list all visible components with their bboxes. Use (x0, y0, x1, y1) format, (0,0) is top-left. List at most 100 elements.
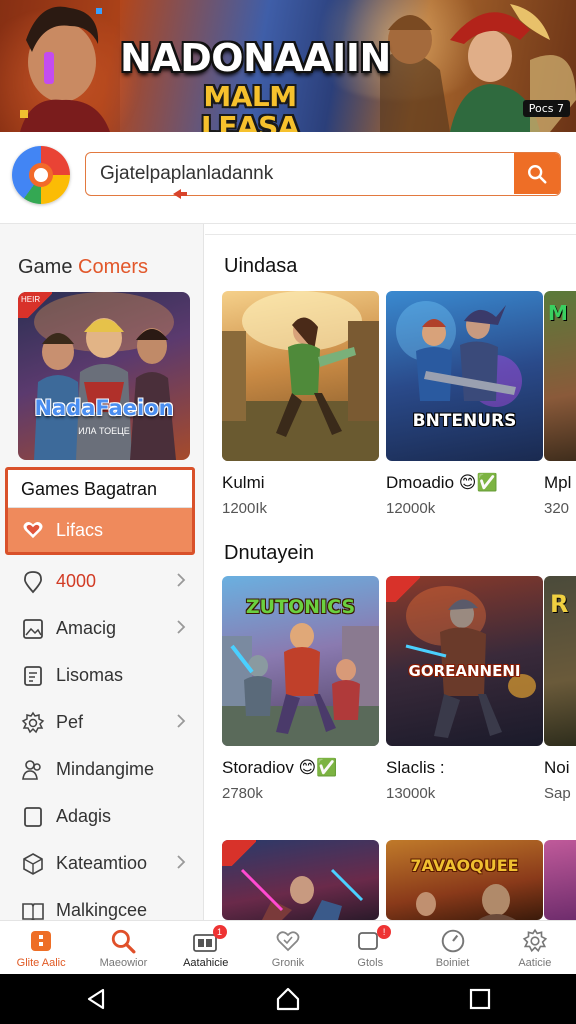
sidebar-item-mindangime[interactable]: Mindangime (0, 746, 204, 793)
search-icon (528, 164, 547, 184)
game-thumbnail[interactable]: M (544, 291, 576, 461)
game-ribbon-icon (386, 576, 420, 602)
likes-label: Lifacs (56, 519, 104, 540)
game-card[interactable]: BNTENURS Dmoadio 😊✅ 12000k (386, 291, 543, 517)
sidebar-item-amacig[interactable]: Amacig (0, 605, 204, 652)
hero-banner[interactable]: NADONAAIIN MALM LEASA Pocs 7 (0, 0, 576, 132)
tab-settings[interactable]: Aaticie (494, 921, 576, 974)
game-art-title: ZUTONICS (245, 596, 356, 618)
game-card[interactable]: R Noi Sap (544, 576, 576, 802)
game-card[interactable]: M Mpl 320 (544, 291, 576, 517)
game-art (396, 301, 522, 407)
sidebar-item-label: Mindangime (56, 759, 155, 779)
game-thumbnail[interactable]: GOREANNENI (386, 576, 543, 746)
tab-label: Maeowior (99, 957, 148, 969)
sidebar-item-label: Malkingcee (56, 900, 148, 920)
games-category-label[interactable]: Games Bagatran (8, 470, 192, 508)
sidebar-item-adagis[interactable]: Adagis (0, 793, 204, 840)
sidebar-item-label: Kateamtioo (56, 853, 148, 873)
game-name: Kulmi (222, 473, 265, 492)
hero-subtitle: MALM LEASA (201, 80, 299, 133)
game-ribbon-icon (222, 840, 256, 866)
main-content: Uindasa Kulmi 1200Ik BNTENURS Dmoadio 😊✅… (205, 224, 576, 920)
game-card[interactable]: Kulmi 1200Ik (222, 291, 379, 517)
game-art-title: GOREANNENI (408, 662, 521, 680)
search-input[interactable] (86, 153, 514, 194)
tab-library[interactable]: 1 Aatahicie (165, 921, 247, 974)
gear-icon (20, 710, 46, 736)
tab-home[interactable]: Glite Aalic (0, 921, 82, 974)
sidebar-item-label: Amacig (56, 618, 117, 638)
game-thumbnail[interactable]: BNTENURS (386, 291, 543, 461)
home-nav-icon (276, 987, 300, 1011)
heart-icon (23, 522, 43, 539)
featured-game-subtitle: ИЛА ТОЕЦЕ (78, 426, 130, 436)
sidebar-title: Game Comers (18, 256, 149, 278)
game-count: 12000k (386, 500, 436, 517)
back-button[interactable] (66, 974, 126, 1024)
gear-icon (521, 928, 549, 954)
section-title: Dnutayein (224, 542, 315, 564)
notification-badge: ! (377, 925, 392, 939)
game-thumbnail[interactable]: 7AVAOQUEE (386, 840, 543, 920)
app-logo[interactable] (12, 146, 70, 204)
game-thumbnail[interactable] (222, 291, 379, 461)
game-art-title: 7AVAOQUEE (410, 856, 519, 875)
list-icon (20, 663, 46, 689)
sidebar-item-kateamtioo[interactable]: Kateamtioo (0, 840, 204, 887)
search-icon (109, 928, 137, 954)
game-thumbnail[interactable] (544, 840, 576, 920)
game-card[interactable]: 7AVAOQUEE (386, 840, 543, 920)
tab-label: Glite Aalic (16, 957, 66, 969)
game-thumbnail[interactable] (222, 840, 379, 920)
game-name: Noi (544, 758, 570, 777)
search-button[interactable] (514, 153, 560, 194)
sidebar-item-label: Pef (56, 712, 84, 732)
hero-badge: Pocs 7 (522, 100, 570, 117)
featured-game-card[interactable]: HEIR NadaFaeion ИЛА ТОЕЦЕ (18, 292, 190, 460)
game-name: Storadiov 😊✅ (222, 758, 338, 777)
tab-explore[interactable]: Boiniet (411, 921, 493, 974)
search-bar[interactable] (85, 152, 561, 196)
game-card[interactable]: GOREANNENI Slaclis : 13000k (386, 576, 543, 802)
game-art (416, 884, 516, 920)
game-thumbnail[interactable]: R (544, 576, 576, 746)
home-button[interactable] (258, 974, 318, 1024)
game-count: Sap (544, 785, 571, 802)
tab-label: Gtols (357, 957, 384, 969)
game-card[interactable] (544, 840, 576, 920)
game-thumbnail[interactable]: ZUTONICS (222, 576, 379, 746)
system-navigation-bar (0, 974, 576, 1024)
featured-game-title: NadaFaeion (34, 396, 174, 420)
tab-label: Aatahicie (183, 957, 229, 969)
chevron-right-icon (177, 573, 186, 587)
game-name: Slaclis : (386, 758, 445, 777)
tab-label: Gronik (271, 957, 305, 969)
heart-icon (274, 928, 302, 954)
sidebar-item-pef[interactable]: Pef (0, 699, 204, 746)
notification-badge: 1 (212, 925, 227, 939)
sidebar-item-4000[interactable]: 4000 (0, 558, 204, 605)
cursor-icon (173, 189, 187, 199)
back-icon (87, 988, 105, 1010)
tab-discover[interactable]: Maeowior (82, 921, 164, 974)
sidebar-item-label: Adagis (56, 806, 112, 826)
tab-favorites[interactable]: Gronik (247, 921, 329, 974)
hero-title: NADONAAIIN (120, 36, 391, 80)
game-art-title: BNTENURS (412, 411, 517, 431)
game-art-title: R (550, 590, 569, 618)
recents-button[interactable] (450, 974, 510, 1024)
sidebar-item-label: 4000 (56, 571, 97, 591)
game-card[interactable]: ZUTONICS Storadiov 😊✅ 2780k (222, 576, 379, 802)
game-count: 1200Ik (222, 500, 268, 517)
game-card[interactable] (222, 840, 379, 920)
people-icon (20, 757, 46, 783)
sidebar-item-lisomas[interactable]: Lisomas (0, 652, 204, 699)
home-icon (27, 928, 55, 954)
selected-category-box[interactable]: Games Bagatran Lifacs (5, 467, 195, 555)
tab-label: Boiniet (435, 957, 470, 969)
likes-item[interactable]: Lifacs (8, 508, 192, 552)
chevron-right-icon (177, 620, 186, 634)
featured-ribbon: HEIR (18, 292, 52, 318)
tab-messages[interactable]: ! Gtols (329, 921, 411, 974)
